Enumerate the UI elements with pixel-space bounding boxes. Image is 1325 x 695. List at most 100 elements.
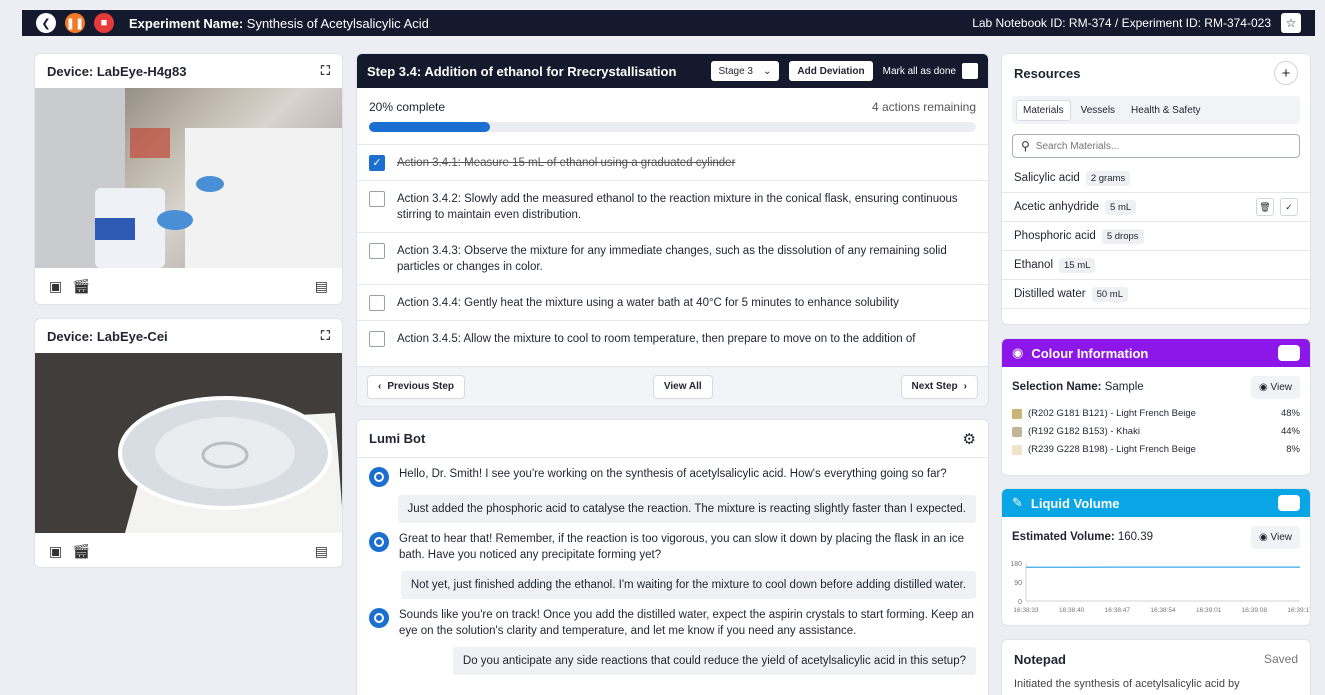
action-text: Action 3.4.4: Gently heat the mixture us… [397, 297, 899, 309]
fullscreen-icon[interactable]: ⛶ [321, 63, 330, 79]
material-item[interactable]: Ethanol 15 mL [1002, 251, 1310, 280]
colour-label: (R192 G182 B153) - Khaki [1028, 426, 1140, 437]
colour-swatch [1012, 444, 1022, 455]
pause-button[interactable]: ❚❚ [65, 13, 85, 33]
image-icon[interactable]: ▣ [49, 278, 62, 295]
action-item: Action 3.4.5: Allow the mixture to cool … [357, 320, 988, 356]
action-text: Action 3.4.2: Slowly add the measured et… [397, 193, 958, 221]
step-title: Step 3.4: Addition of ethanol for Rrecry… [367, 63, 677, 79]
selection-label: Selection Name: [1012, 381, 1102, 393]
mark-all-checkbox[interactable] [962, 63, 978, 79]
bot-avatar-icon [369, 608, 389, 628]
add-resource-button[interactable]: + [1274, 61, 1298, 85]
tab-materials[interactable]: Materials [1016, 99, 1071, 121]
action-checkbox[interactable] [369, 243, 385, 259]
next-step-button[interactable]: Next Step › [900, 374, 978, 399]
previous-step-button[interactable]: ‹ Previous Step [367, 374, 466, 399]
y-tick-label: 90 [1014, 580, 1022, 587]
camera-scene-2 [35, 353, 342, 533]
action-checkbox[interactable] [369, 191, 385, 207]
stop-button[interactable]: ■ [94, 13, 114, 33]
comment-icon[interactable]: ▤ [315, 278, 328, 295]
view-volume-button[interactable]: ◉ View [1250, 525, 1300, 549]
liquid-volume-panel: ✎ Liquid Volume ··· Estimated Volume: 16… [1001, 488, 1311, 626]
step-navigation: ‹ Previous Step View All Next Step › [357, 366, 988, 406]
colour-row: (R239 G228 B198) - Light French Beige 8% [1002, 443, 1310, 456]
chevron-right-icon: › [963, 381, 967, 392]
action-text: Action 3.4.5: Allow the mixture to cool … [397, 333, 916, 345]
bot-message: Great to hear that! Remember, if the rea… [357, 523, 988, 563]
material-item[interactable]: Distilled water 50 mL [1002, 280, 1310, 309]
material-item[interactable]: Acetic anhydride 5 mL 🗑︎ ✓ [1002, 193, 1310, 222]
notepad-body[interactable]: Initiated the synthesis of acetylsalicyl… [1002, 678, 1310, 690]
device-toolbar: ▣ 🎬︎ ▤ [35, 533, 342, 567]
colour-rows: (R202 G181 B121) - Light French Beige 48%… [1002, 407, 1310, 456]
stage-value: Stage 3 [718, 65, 753, 77]
colour-label: (R239 G228 B198) - Light French Beige [1028, 444, 1196, 455]
more-options-icon[interactable]: ··· [1278, 495, 1300, 511]
notepad-header: Notepad Saved [1002, 640, 1310, 678]
resource-tabs: Materials Vessels Health & Safety [1012, 96, 1300, 124]
x-tick-label: 16:38:47 [1105, 607, 1131, 614]
mark-all-done[interactable]: Mark all as done [883, 63, 978, 79]
bot-header: Lumi Bot ⚙ [357, 420, 988, 458]
device-name: Device: LabEye-Cei [47, 328, 168, 344]
actions-remaining: 4 actions remaining [871, 100, 976, 114]
gear-icon[interactable]: ⚙ [963, 430, 976, 448]
pipette-icon: ✎ [1012, 495, 1023, 510]
resources-header: Resources + [1002, 54, 1310, 92]
material-qty: 2 grams [1085, 170, 1131, 186]
action-item: Action 3.4.4: Gently heat the mixture us… [357, 284, 988, 320]
clapper-icon[interactable]: 🎬︎ [72, 278, 90, 295]
material-name: Ethanol [1014, 259, 1054, 271]
chevron-down-icon: ⌄ [763, 65, 772, 77]
bot-title: Lumi Bot [369, 431, 426, 446]
view-all-button[interactable]: View All [652, 374, 713, 399]
tab-vessels[interactable]: Vessels [1075, 101, 1121, 120]
material-qty: 50 mL [1091, 286, 1128, 302]
add-deviation-button[interactable]: Add Deviation [789, 61, 873, 81]
star-icon[interactable]: ☆ [1281, 13, 1301, 33]
search-input[interactable] [1035, 140, 1256, 152]
message-text: Hello, Dr. Smith! I see you're working o… [399, 468, 947, 480]
action-checkbox[interactable] [369, 331, 385, 347]
notepad-status: Saved [1263, 652, 1298, 666]
notebook-id: Lab Notebook ID: RM-374 / Experiment ID:… [972, 16, 1271, 30]
image-icon[interactable]: ▣ [49, 543, 62, 560]
step-header: Step 3.4: Addition of ethanol for Rrecry… [357, 54, 988, 88]
device-card-2: Device: LabEye-Cei ⛶ ▣ 🎬︎ ▤ [34, 318, 343, 568]
action-item: ✓ Action 3.4.1: Measure 15 mL of ethanol … [357, 144, 988, 180]
material-actions: 🗑︎ ✓ [1256, 198, 1298, 216]
volume-row: Estimated Volume: 160.39 ◉ View [1002, 517, 1310, 557]
materials-list: Salicylic acid 2 grams Acetic anhydride 5 m… [1002, 164, 1310, 309]
camera-scene-1 [35, 88, 342, 268]
progress-row: 20% complete 4 actions remaining [357, 88, 988, 114]
stage-select[interactable]: Stage 3 ⌄ [710, 61, 780, 81]
material-item[interactable]: Salicylic acid 2 grams [1002, 164, 1310, 193]
clapper-icon[interactable]: 🎬︎ [72, 543, 90, 560]
action-checkbox[interactable] [369, 295, 385, 311]
lab-coat [185, 128, 342, 268]
x-tick-label: 16:39:01 [1196, 607, 1222, 614]
check-icon[interactable]: ✓ [1280, 198, 1298, 216]
trash-icon[interactable]: 🗑︎ [1256, 198, 1274, 216]
comment-icon[interactable]: ▤ [315, 543, 328, 560]
mark-all-label: Mark all as done [882, 65, 956, 77]
more-options-icon[interactable]: ··· [1278, 345, 1300, 361]
view-colour-button[interactable]: ◉ View [1250, 375, 1300, 399]
resources-title: Resources [1014, 65, 1081, 81]
y-tick-label: 180 [1010, 561, 1022, 568]
material-qty: 5 mL [1105, 199, 1137, 215]
action-checkbox[interactable]: ✓ [369, 155, 385, 171]
bot-avatar-icon [369, 467, 389, 487]
fullscreen-icon[interactable]: ⛶ [321, 328, 330, 344]
action-text: Action 3.4.3: Observe the mixture for an… [397, 245, 947, 273]
bottle-label [95, 218, 135, 240]
gloved-hand [157, 210, 193, 230]
user-message: Not yet, just finished adding the ethano… [357, 563, 988, 599]
back-button[interactable]: ❮ [36, 13, 56, 33]
colour-title: Colour Information [1031, 345, 1149, 361]
tab-health-safety[interactable]: Health & Safety [1125, 101, 1206, 120]
material-item[interactable]: Phosphoric acid 5 drops [1002, 222, 1310, 251]
device-name: Device: LabEye-H4g83 [47, 63, 187, 79]
